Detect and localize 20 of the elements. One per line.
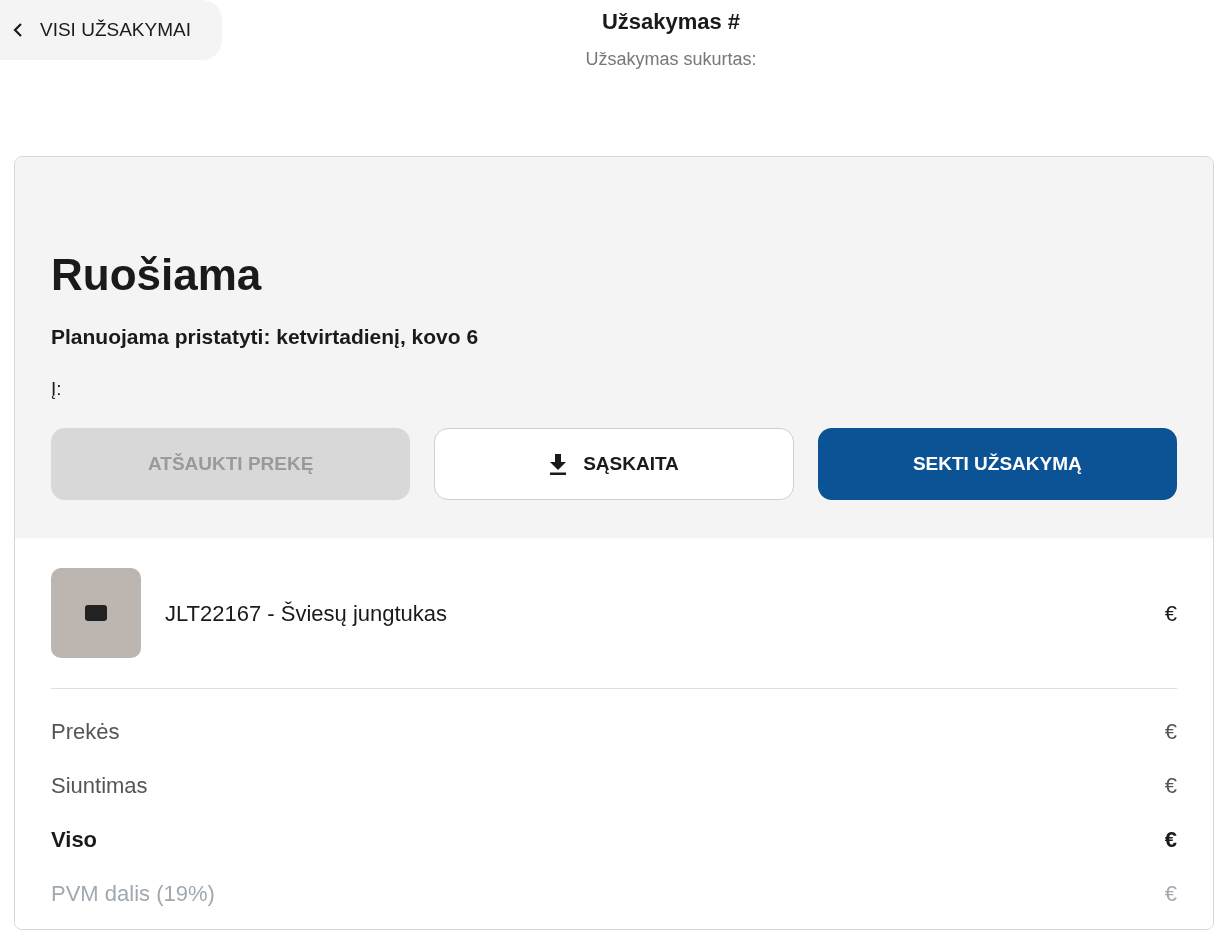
product-name: JLT22167 - Šviesų jungtukas — [165, 599, 449, 628]
delivery-date-text: Planuojama pristatyti: ketvirtadienį, kovo 6 — [51, 324, 480, 350]
summary-value: € — [1164, 718, 1177, 746]
summary-label: Siuntimas — [51, 772, 148, 800]
invoice-button[interactable]: SĄSKAITA — [434, 428, 794, 500]
summary-label: Viso — [51, 826, 98, 854]
summary-value: € — [1164, 826, 1177, 854]
summary-label: Prekės — [51, 718, 120, 746]
order-created-text: Užsakymas sukurtas: — [585, 48, 757, 71]
product-price: € — [1164, 599, 1177, 628]
order-title: Užsakymas # — [601, 8, 741, 36]
chevron-left-icon — [12, 23, 24, 37]
back-button[interactable]: VISI UŽSAKYMAI — [0, 0, 222, 60]
summary-label: PVM dalis (19%) — [51, 880, 215, 908]
status-title: Ruošiama — [51, 249, 263, 301]
address-label: Į: — [51, 376, 63, 401]
download-icon — [549, 453, 568, 475]
summary-value: € — [1164, 772, 1177, 800]
track-order-button[interactable]: SEKTI UŽSAKYMĄ — [817, 428, 1177, 500]
summary-value: € — [1164, 880, 1177, 908]
